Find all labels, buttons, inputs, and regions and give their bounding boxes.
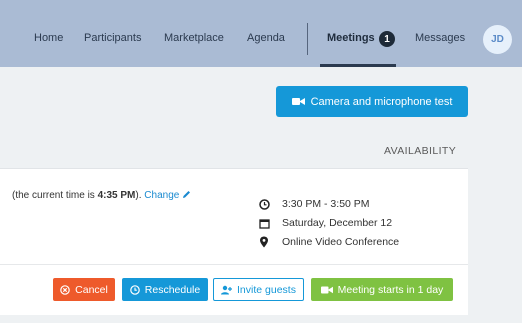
cancel-label: Cancel xyxy=(75,283,108,296)
active-tab-indicator xyxy=(320,64,396,67)
invite-label: Invite guests xyxy=(237,283,296,296)
nav-agenda[interactable]: Agenda xyxy=(247,32,285,44)
user-avatar[interactable]: JD xyxy=(483,25,512,54)
time-note-suffix: ). xyxy=(135,190,142,201)
camera-microphone-test-button[interactable]: Camera and microphone test xyxy=(276,86,468,117)
meeting-date: Saturday, December 12 xyxy=(282,217,393,229)
nav-participants[interactable]: Participants xyxy=(84,32,141,44)
meeting-time: 3:30 PM - 3:50 PM xyxy=(282,198,370,210)
invite-guests-button[interactable]: Invite guests xyxy=(213,278,304,301)
meeting-location: Online Video Conference xyxy=(282,236,400,248)
meeting-time-row: 3:30 PM - 3:50 PM xyxy=(258,198,370,210)
meeting-location-row: Online Video Conference xyxy=(258,236,399,248)
availability-heading: AVAILABILITY xyxy=(384,145,457,157)
nav-divider xyxy=(307,23,308,55)
video-camera-icon xyxy=(291,97,305,106)
actions-divider xyxy=(0,264,468,265)
cancel-icon xyxy=(60,284,70,295)
meeting-starts-label: Meeting starts in 1 day xyxy=(337,283,444,296)
change-timezone-link[interactable]: Change xyxy=(144,190,191,201)
change-label: Change xyxy=(144,190,180,201)
meeting-date-row: Saturday, December 12 xyxy=(258,217,392,229)
reschedule-label: Reschedule xyxy=(144,283,201,296)
meetings-count-badge: 1 xyxy=(379,31,395,47)
top-navbar: Home Participants Marketplace Agenda Mee… xyxy=(0,0,522,67)
nav-messages[interactable]: Messages xyxy=(415,32,465,44)
add-user-icon xyxy=(221,285,233,295)
nav-marketplace[interactable]: Marketplace xyxy=(164,32,224,44)
camera-test-label: Camera and microphone test xyxy=(310,95,453,108)
nav-home[interactable]: Home xyxy=(34,32,63,44)
meeting-starts-button[interactable]: Meeting starts in 1 day xyxy=(311,278,453,301)
clock-icon xyxy=(129,284,140,295)
time-note-prefix: (the current time is xyxy=(12,190,98,201)
current-time-note: (the current time is 4:35 PM). Change xyxy=(12,190,191,201)
nav-meetings[interactable]: Meetings xyxy=(327,32,375,44)
pencil-icon xyxy=(182,190,191,199)
calendar-icon xyxy=(258,217,270,229)
current-time: 4:35 PM xyxy=(97,190,136,201)
clock-icon xyxy=(258,198,270,210)
reschedule-button[interactable]: Reschedule xyxy=(122,278,208,301)
video-camera-icon xyxy=(320,286,333,294)
cancel-button[interactable]: Cancel xyxy=(53,278,115,301)
location-pin-icon xyxy=(258,236,270,248)
